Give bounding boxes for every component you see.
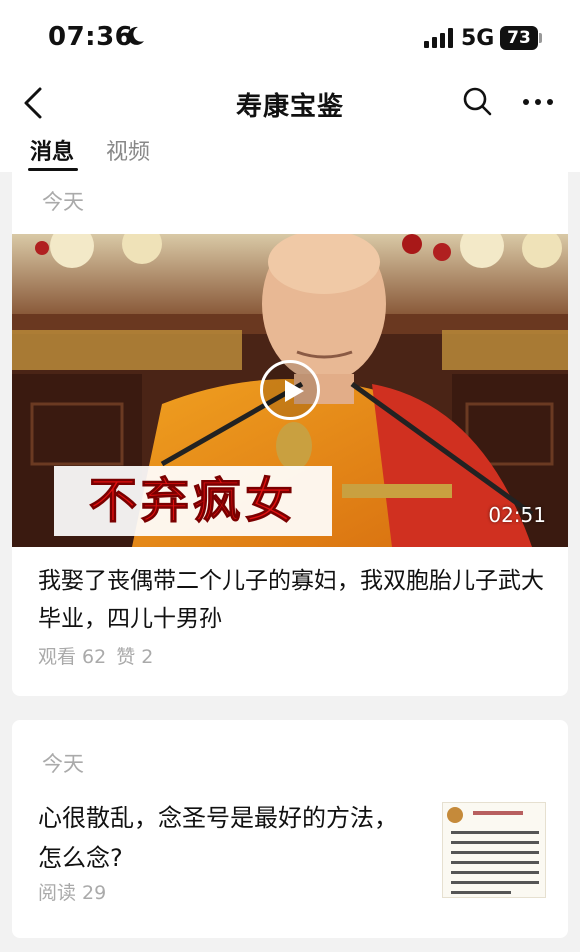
like-count: 赞 2 xyxy=(116,646,154,668)
moon-icon xyxy=(127,26,144,45)
battery-indicator: 73 xyxy=(500,26,538,50)
more-icon[interactable] xyxy=(521,92,555,112)
article-thumbnail[interactable] xyxy=(442,802,546,898)
article-post-card[interactable]: 今天 心很散乱，念圣号是最好的方法，怎么念? 阅读 29 xyxy=(12,720,568,938)
nav-bar: 寿康宝鉴 xyxy=(0,78,580,128)
signal-icon xyxy=(424,28,453,48)
read-count: 阅读 29 xyxy=(38,882,107,904)
video-post-card[interactable]: 今天 不弃疯女 02:51 我娶了丧偶带二个儿子的寡妇，我双胞胎儿子武大毕业，四… xyxy=(12,172,568,696)
status-bar: 07:36 5G 73 xyxy=(0,0,580,78)
tab-bar: 消息 视频 xyxy=(0,128,580,172)
view-count: 观看 62 xyxy=(38,646,107,668)
video-caption: 不弃疯女 xyxy=(88,473,297,530)
video-post-meta: 观看 62 赞 2 xyxy=(38,642,153,669)
tab-messages[interactable]: 消息 xyxy=(30,134,74,166)
tab-videos[interactable]: 视频 xyxy=(106,134,150,166)
video-caption-box: 不弃疯女 xyxy=(54,466,332,536)
play-icon[interactable] xyxy=(260,360,320,420)
battery-tip xyxy=(539,33,542,43)
status-time: 07:36 xyxy=(48,22,134,52)
post-date: 今天 xyxy=(42,752,84,776)
search-icon[interactable] xyxy=(462,86,492,116)
network-label: 5G xyxy=(461,26,495,51)
tab-active-indicator xyxy=(28,168,78,171)
post-date: 今天 xyxy=(42,190,84,214)
video-duration: 02:51 xyxy=(488,503,546,527)
video-post-title[interactable]: 我娶了丧偶带二个儿子的寡妇，我双胞胎儿子武大毕业，四儿十男孙 xyxy=(38,562,548,638)
video-thumbnail[interactable]: 不弃疯女 02:51 xyxy=(12,234,568,547)
article-post-title[interactable]: 心很散乱，念圣号是最好的方法，怎么念? xyxy=(38,798,418,878)
article-thumbnail-text-lines xyxy=(451,811,539,894)
page-title: 寿康宝鉴 xyxy=(235,92,344,122)
